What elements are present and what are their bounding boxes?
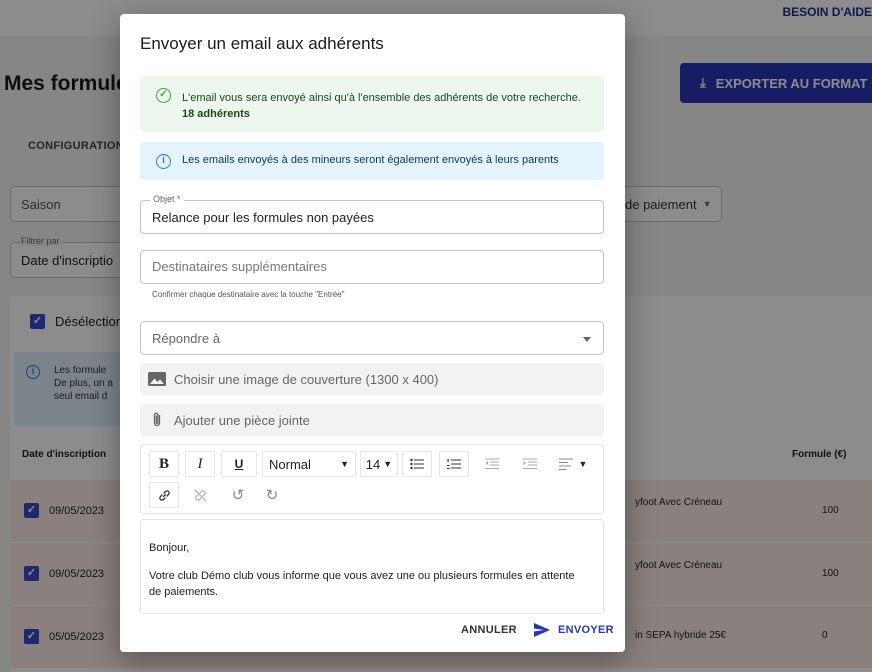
- success-alert-text: L'email vous sera envoyé ainsi qu'à l'en…: [182, 90, 582, 122]
- outdent-icon: [485, 458, 499, 469]
- attachment-upload[interactable]: Ajouter une pièce jointe: [140, 404, 604, 436]
- success-alert: ✓ L'email vous sera envoyé ainsi qu'à l'…: [140, 76, 604, 132]
- text-style-select[interactable]: Normal ▼: [262, 451, 356, 477]
- caret-down-icon: ▼: [383, 459, 393, 469]
- success-message: L'email vous sera envoyé ainsi qu'à l'en…: [182, 92, 581, 104]
- reply-to-placeholder: Répondre à: [152, 331, 220, 346]
- bold-button[interactable]: B: [149, 451, 179, 477]
- cover-image-label: Choisir une image de couverture (1300 x …: [174, 371, 439, 387]
- indent-button[interactable]: [515, 451, 545, 477]
- unlink-icon: [193, 488, 207, 502]
- recipients-input[interactable]: [152, 259, 592, 274]
- recipients-field[interactable]: [140, 250, 604, 284]
- attachment-label: Ajouter une pièce jointe: [174, 412, 310, 428]
- numbered-list-icon: [447, 459, 461, 469]
- subject-value[interactable]: Relance pour les formules non payées: [152, 210, 572, 225]
- text-style-value: Normal: [269, 456, 311, 472]
- editor-line: Votre club Démo club vous informe que vo…: [149, 570, 575, 598]
- check-circle-icon: ✓: [156, 88, 171, 103]
- recipient-count: 18 adhérents: [182, 108, 250, 120]
- editor-line: Bonjour,: [149, 542, 190, 554]
- unlink-button[interactable]: [185, 482, 215, 508]
- numbered-list-button[interactable]: [439, 451, 469, 477]
- recipients-helper-text: Confirmer chaque destinataire avec la to…: [152, 290, 345, 299]
- dialog-title: Envoyer un email aux adhérents: [140, 34, 384, 53]
- underline-button[interactable]: U: [221, 451, 257, 477]
- link-icon: [158, 489, 170, 501]
- bullet-list-button[interactable]: [402, 451, 432, 477]
- image-icon: [148, 372, 166, 386]
- subject-field[interactable]: Objet * Relance pour les formules non pa…: [140, 194, 604, 234]
- redo-button[interactable]: ↻: [257, 482, 287, 508]
- dialog-actions: ANNULER ENVOYER: [120, 614, 625, 652]
- font-size-select[interactable]: 14 ▼: [360, 451, 398, 477]
- font-size-value: 14: [365, 456, 381, 472]
- send-button[interactable]: ENVOYER: [534, 623, 614, 637]
- editor-toolbar: B I U Normal ▼ 14 ▼ ▼ ↺ ↻: [140, 444, 604, 514]
- send-icon: [534, 623, 550, 637]
- paperclip-icon: [153, 412, 161, 427]
- cover-image-upload[interactable]: Choisir une image de couverture (1300 x …: [140, 363, 604, 395]
- subject-label: Objet *: [150, 194, 184, 204]
- indent-icon: [523, 458, 537, 469]
- undo-button[interactable]: ↺: [223, 482, 253, 508]
- redo-icon: ↻: [265, 487, 279, 504]
- align-left-icon: [558, 458, 573, 470]
- undo-icon: ↺: [231, 487, 245, 504]
- bullet-list-icon: [410, 458, 424, 470]
- info-alert: i Les emails envoyés à des mineurs seron…: [140, 142, 604, 180]
- outdent-button[interactable]: [477, 451, 507, 477]
- email-dialog: Envoyer un email aux adhérents ✓ L'email…: [120, 14, 625, 652]
- caret-down-icon: ▼: [340, 459, 349, 469]
- send-button-label: ENVOYER: [558, 624, 614, 636]
- reply-to-select[interactable]: Répondre à: [140, 321, 604, 355]
- text-align-select[interactable]: ▼: [551, 451, 595, 477]
- message-editor[interactable]: Bonjour, Votre club Démo club vous infor…: [140, 519, 604, 614]
- cancel-button[interactable]: ANNULER: [461, 624, 517, 636]
- link-button[interactable]: [149, 482, 179, 508]
- info-alert-text: Les emails envoyés à des mineurs seront …: [182, 154, 559, 166]
- caret-down-icon: ▼: [578, 459, 588, 469]
- italic-button[interactable]: I: [185, 451, 215, 477]
- info-icon: i: [156, 154, 171, 169]
- caret-down-icon: [583, 337, 591, 342]
